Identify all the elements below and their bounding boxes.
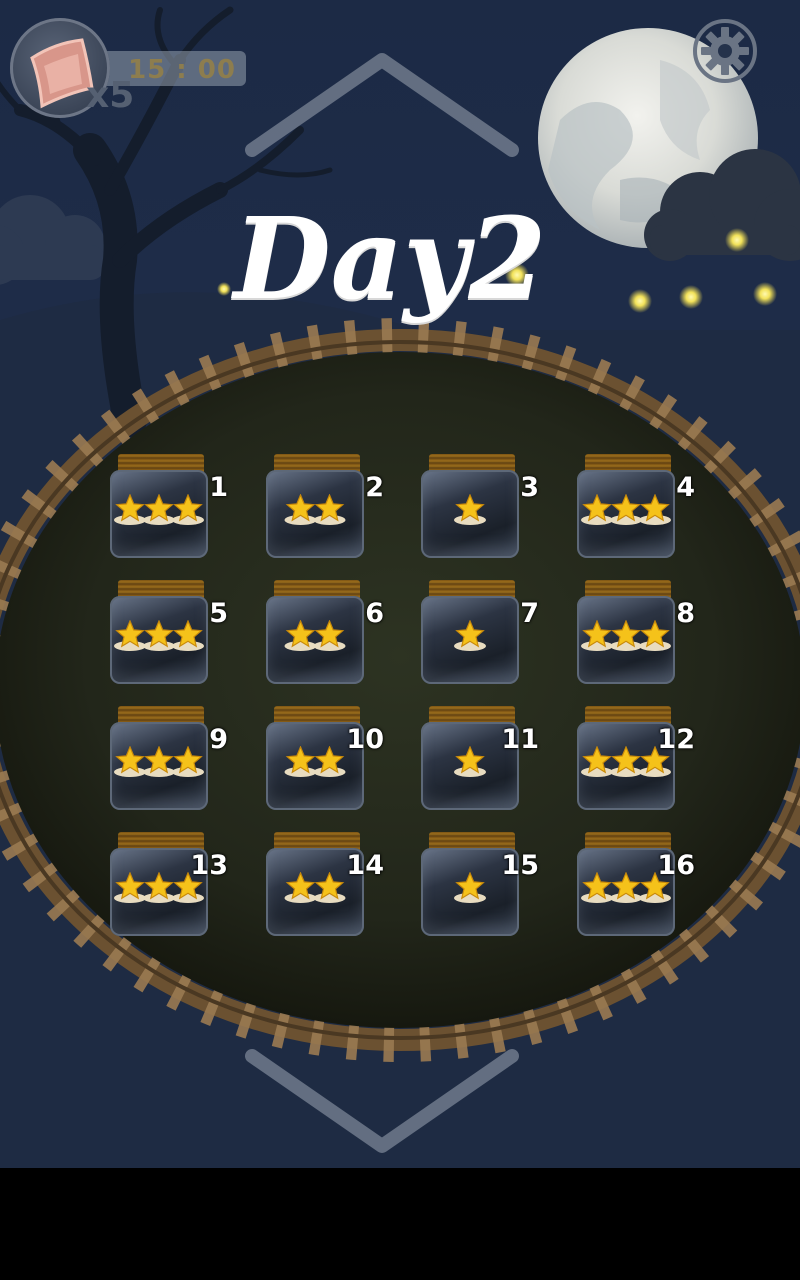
star-icon	[114, 746, 146, 777]
level-jar-12[interactable]: 12	[577, 706, 695, 816]
level-number: 3	[520, 472, 539, 503]
level-jar-1[interactable]: 1	[110, 454, 228, 564]
level-number: 13	[190, 850, 228, 881]
level-jar-11[interactable]: 11	[421, 706, 539, 816]
star-rating	[266, 494, 364, 530]
star-icon	[284, 872, 317, 903]
level-jar-9[interactable]: 9	[110, 706, 228, 816]
star-icon	[284, 620, 317, 651]
level-number: 11	[501, 724, 539, 755]
level-jar-5[interactable]: 5	[110, 580, 228, 690]
gear-icon[interactable]	[692, 18, 758, 84]
star-icon	[284, 494, 317, 525]
star-icon	[143, 872, 175, 903]
level-jar-6[interactable]: 6	[266, 580, 384, 690]
chevron-down-icon[interactable]	[240, 1046, 524, 1158]
star-rating	[421, 620, 519, 656]
level-number: 1	[209, 472, 228, 503]
level-number: 8	[676, 598, 695, 629]
level-number: 7	[520, 598, 539, 629]
left-cloud	[0, 195, 105, 285]
star-icon	[172, 494, 204, 525]
level-jar-10[interactable]: 10	[266, 706, 384, 816]
star-rating	[110, 746, 208, 782]
star-icon	[581, 746, 613, 777]
level-number: 2	[365, 472, 384, 503]
level-jar-8[interactable]: 8	[577, 580, 695, 690]
star-icon	[639, 620, 671, 651]
star-icon	[454, 746, 486, 777]
star-icon	[172, 620, 204, 651]
level-number: 15	[501, 850, 539, 881]
star-icon	[172, 746, 204, 777]
level-jar-15[interactable]: 15	[421, 832, 539, 942]
level-number: 5	[209, 598, 228, 629]
game-screen: 15 : 00 x5 Day2 1 2 3 4 5 6 7 8 9 10 11 12 13 14 15 16	[0, 0, 800, 1168]
page-title: Day2	[233, 194, 547, 325]
star-icon	[610, 620, 642, 651]
level-jar-14[interactable]: 14	[266, 832, 384, 942]
star-icon	[454, 494, 486, 525]
level-jar-3[interactable]: 3	[421, 454, 539, 564]
level-jar-2[interactable]: 2	[266, 454, 384, 564]
star-icon	[610, 494, 642, 525]
level-jar-7[interactable]: 7	[421, 580, 539, 690]
star-icon	[581, 494, 613, 525]
level-number: 16	[657, 850, 695, 881]
star-icon	[114, 494, 146, 525]
level-number: 6	[365, 598, 384, 629]
level-jar-16[interactable]: 16	[577, 832, 695, 942]
star-icon	[581, 872, 613, 903]
star-rating	[110, 620, 208, 656]
star-rating	[577, 494, 675, 530]
pillow-count: x5	[86, 75, 135, 116]
star-icon	[313, 620, 346, 651]
level-jar-4[interactable]: 4	[577, 454, 695, 564]
star-icon	[313, 872, 346, 903]
timer-text: 15 : 00	[128, 55, 236, 85]
star-icon	[581, 620, 613, 651]
star-rating	[577, 620, 675, 656]
level-number: 9	[209, 724, 228, 755]
level-number: 10	[346, 724, 384, 755]
star-icon	[454, 872, 486, 903]
star-icon	[639, 494, 671, 525]
level-number: 4	[676, 472, 695, 503]
star-icon	[284, 746, 317, 777]
star-icon	[610, 746, 642, 777]
star-icon	[610, 872, 642, 903]
star-icon	[454, 620, 486, 651]
star-icon	[143, 620, 175, 651]
star-rating	[421, 494, 519, 530]
star-icon	[143, 746, 175, 777]
level-jar-13[interactable]: 13	[110, 832, 228, 942]
star-icon	[114, 620, 146, 651]
star-icon	[143, 494, 175, 525]
chevron-up-icon[interactable]	[240, 48, 524, 160]
star-rating	[110, 494, 208, 530]
star-icon	[313, 746, 346, 777]
star-rating	[266, 620, 364, 656]
star-icon	[114, 872, 146, 903]
star-icon	[313, 494, 346, 525]
level-number: 14	[346, 850, 384, 881]
level-number: 12	[657, 724, 695, 755]
